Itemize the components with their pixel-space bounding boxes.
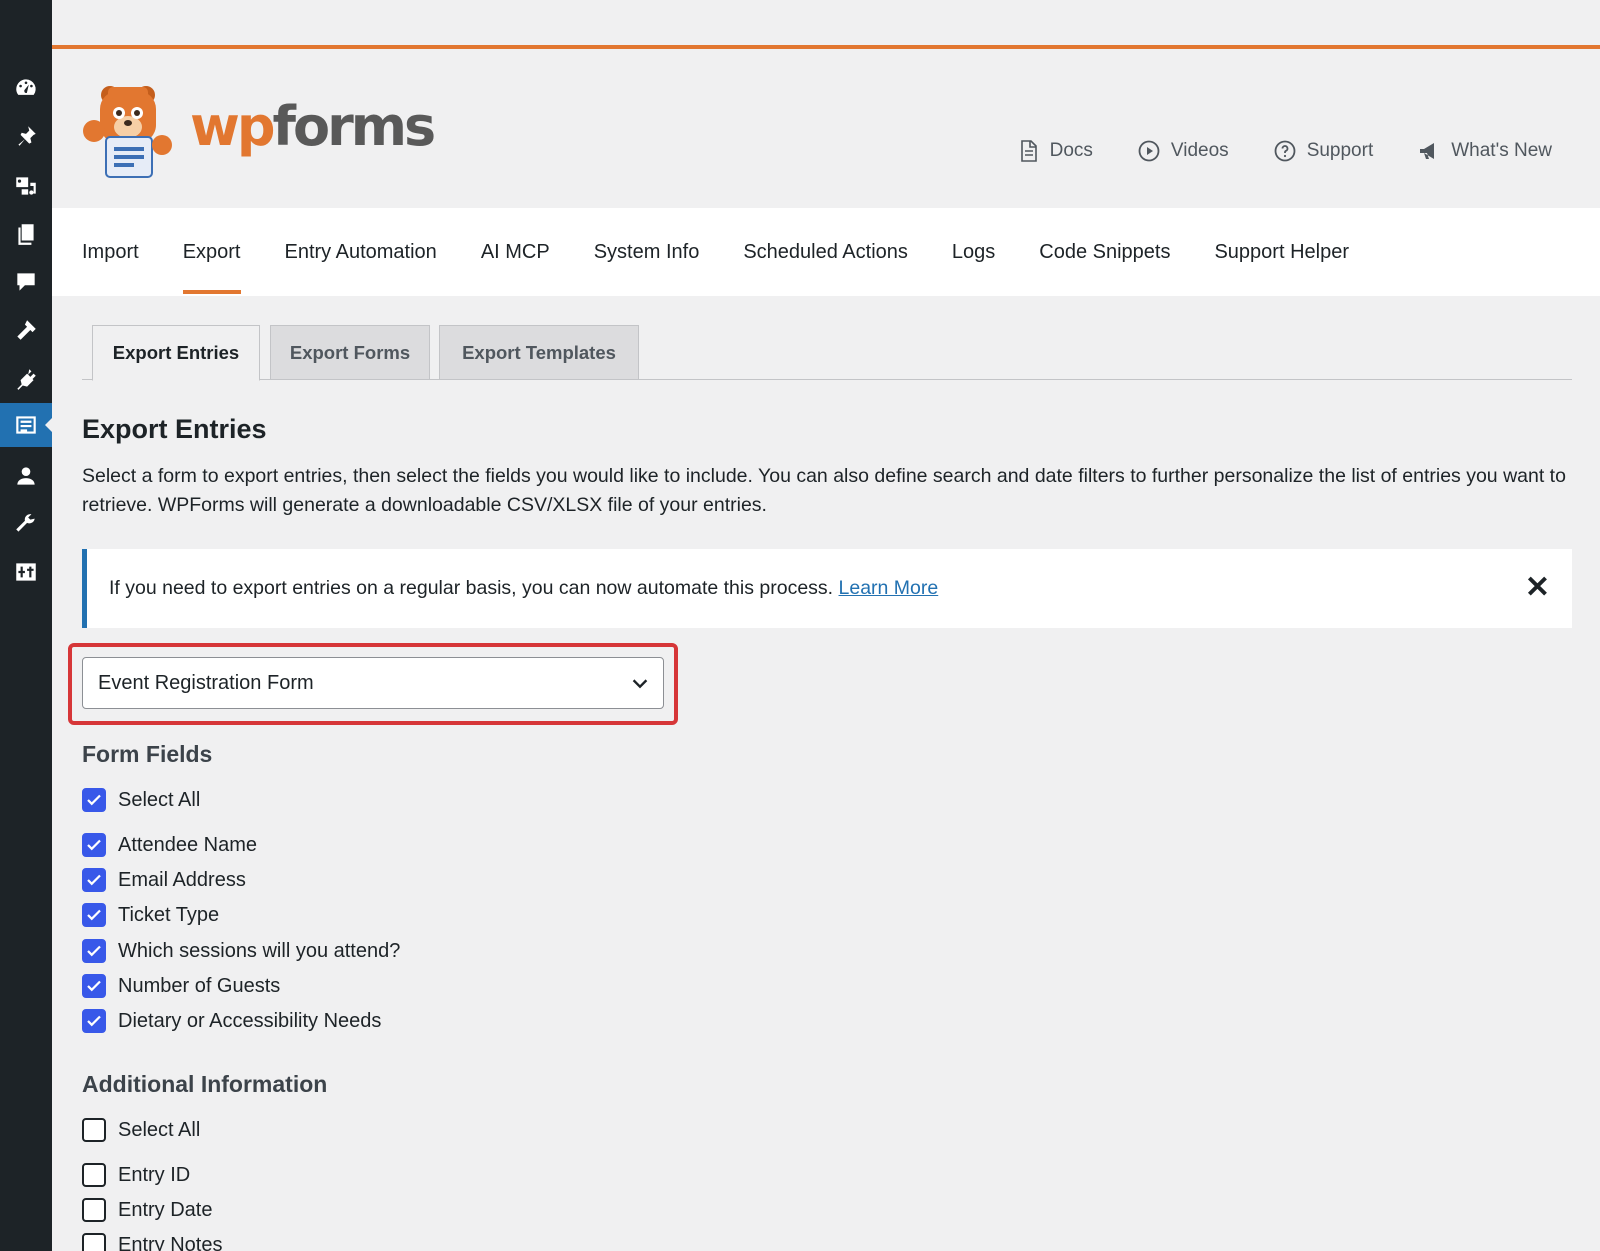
field-ticket-type[interactable]: Ticket Type	[82, 903, 219, 927]
checkbox-label: Entry ID	[118, 1163, 191, 1186]
question-icon	[1274, 140, 1296, 162]
checkbox-label: Which sessions will you attend?	[118, 939, 401, 962]
notice-text: If you need to export entries on a regul…	[109, 577, 834, 599]
tools-icon[interactable]	[0, 502, 52, 546]
checkmark-icon	[87, 839, 101, 851]
nav-item-support-helper[interactable]: Support Helper	[1214, 208, 1349, 296]
nav-item-import[interactable]: Import	[82, 208, 139, 296]
checkbox-label: Attendee Name	[118, 833, 257, 856]
header-links: Docs Videos Support What's New	[1016, 139, 1552, 163]
page-title: Export Entries	[82, 414, 267, 444]
checkbox-checked[interactable]	[82, 903, 106, 927]
form-fields-title: Form Fields	[82, 741, 213, 767]
checkbox-checked[interactable]	[82, 788, 106, 812]
checkbox-label: Entry Notes	[118, 1233, 223, 1251]
export-subtabs: Export Entries Export Forms Export Templ…	[82, 325, 1572, 381]
plugin-header: wpforms Docs Videos Support What's New	[52, 49, 1600, 208]
nav-item-entry-automation[interactable]: Entry Automation	[285, 208, 437, 296]
checkbox-label: Select All	[118, 788, 201, 811]
nav-item-system-info[interactable]: System Info	[594, 208, 700, 296]
checkmark-icon	[87, 1015, 101, 1027]
tab-export-templates[interactable]: Export Templates	[439, 325, 639, 380]
checkbox-checked[interactable]	[82, 939, 106, 963]
document-icon	[1020, 140, 1037, 162]
nav-item-scheduled-actions[interactable]: Scheduled Actions	[743, 208, 908, 296]
checkmark-icon	[87, 980, 101, 992]
additional-info-title: Additional Information	[82, 1071, 328, 1097]
checkbox-label: Select All	[118, 1118, 201, 1141]
page-description: Select a form to export entries, then se…	[82, 465, 1566, 516]
support-link-label: Support	[1306, 140, 1374, 161]
users-icon[interactable]	[0, 454, 52, 498]
tab-export-forms[interactable]: Export Forms	[270, 325, 430, 380]
checkbox-label: Number of Guests	[118, 974, 281, 997]
field-entry-id[interactable]: Entry ID	[82, 1163, 190, 1187]
plugins-icon[interactable]	[0, 357, 52, 401]
megaphone-icon	[1420, 143, 1435, 159]
dashboard-icon[interactable]	[0, 66, 52, 110]
field-number-of-guests[interactable]: Number of Guests	[82, 974, 280, 998]
field-dietary-needs[interactable]: Dietary or Accessibility Needs	[82, 1009, 381, 1033]
media-icon[interactable]	[0, 164, 52, 208]
checkbox-checked[interactable]	[82, 833, 106, 857]
bear-mascot-icon	[83, 86, 172, 178]
support-link[interactable]: Support	[1273, 139, 1374, 163]
wpforms-wordmark: wpforms	[190, 94, 436, 158]
checkbox-unchecked[interactable]	[82, 1118, 106, 1142]
checkmark-icon	[87, 945, 101, 957]
checkmark-icon	[87, 794, 101, 806]
tab-export-entries[interactable]: Export Entries	[92, 325, 260, 381]
notice-text-container: If you need to export entries on a regul…	[109, 577, 938, 600]
field-entry-date[interactable]: Entry Date	[82, 1198, 212, 1222]
checkmark-icon	[87, 874, 101, 886]
nav-item-ai-mcp[interactable]: AI MCP	[481, 208, 550, 296]
videos-link-label: Videos	[1170, 140, 1229, 161]
close-icon[interactable]: ✕	[1525, 573, 1550, 603]
admin-sidebar	[0, 0, 53, 1251]
field-sessions[interactable]: Which sessions will you attend?	[82, 939, 400, 963]
pin-icon[interactable]	[0, 114, 52, 158]
comments-icon[interactable]	[0, 260, 52, 304]
checkbox-unchecked[interactable]	[82, 1163, 106, 1187]
settings-icon[interactable]	[0, 550, 52, 594]
videos-link[interactable]: Videos	[1137, 139, 1229, 163]
checkbox-unchecked[interactable]	[82, 1198, 106, 1222]
checkbox-checked[interactable]	[82, 1009, 106, 1033]
checkbox-checked[interactable]	[82, 868, 106, 892]
wpforms-icon[interactable]	[0, 403, 53, 447]
play-icon	[1138, 140, 1160, 162]
learn-more-link[interactable]: Learn More	[839, 577, 939, 599]
nav-item-logs[interactable]: Logs	[952, 208, 995, 296]
field-attendee-name[interactable]: Attendee Name	[82, 833, 257, 857]
tools-nav: Import Export Entry Automation AI MCP Sy…	[52, 208, 1600, 296]
docs-link[interactable]: Docs	[1016, 139, 1093, 163]
field-email-address[interactable]: Email Address	[82, 868, 246, 892]
nav-item-code-snippets[interactable]: Code Snippets	[1039, 208, 1170, 296]
additional-select-all[interactable]: Select All	[82, 1118, 200, 1142]
checkbox-unchecked[interactable]	[82, 1233, 106, 1251]
chevron-down-icon	[632, 679, 648, 689]
form-fields-select-all[interactable]: Select All	[82, 788, 200, 812]
wpforms-logo[interactable]: wpforms	[80, 81, 436, 181]
checkbox-label: Entry Date	[118, 1198, 213, 1221]
field-entry-notes[interactable]: Entry Notes	[82, 1233, 222, 1251]
checkmark-icon	[87, 909, 101, 921]
pages-icon[interactable]	[0, 212, 52, 256]
checkbox-label: Email Address	[118, 868, 246, 891]
form-select-value: Event Registration Form	[98, 671, 314, 694]
whats-new-link[interactable]: What's New	[1417, 139, 1552, 163]
automation-notice: If you need to export entries on a regul…	[82, 549, 1572, 628]
docs-link-label: Docs	[1049, 140, 1093, 161]
checkbox-label: Dietary or Accessibility Needs	[118, 1009, 382, 1032]
whats-new-link-label: What's New	[1451, 140, 1552, 161]
appearance-icon[interactable]	[0, 308, 52, 352]
form-select[interactable]: Event Registration Form	[82, 657, 664, 709]
checkbox-label: Ticket Type	[118, 903, 220, 926]
checkbox-checked[interactable]	[82, 974, 106, 998]
nav-item-export[interactable]: Export	[182, 208, 241, 296]
